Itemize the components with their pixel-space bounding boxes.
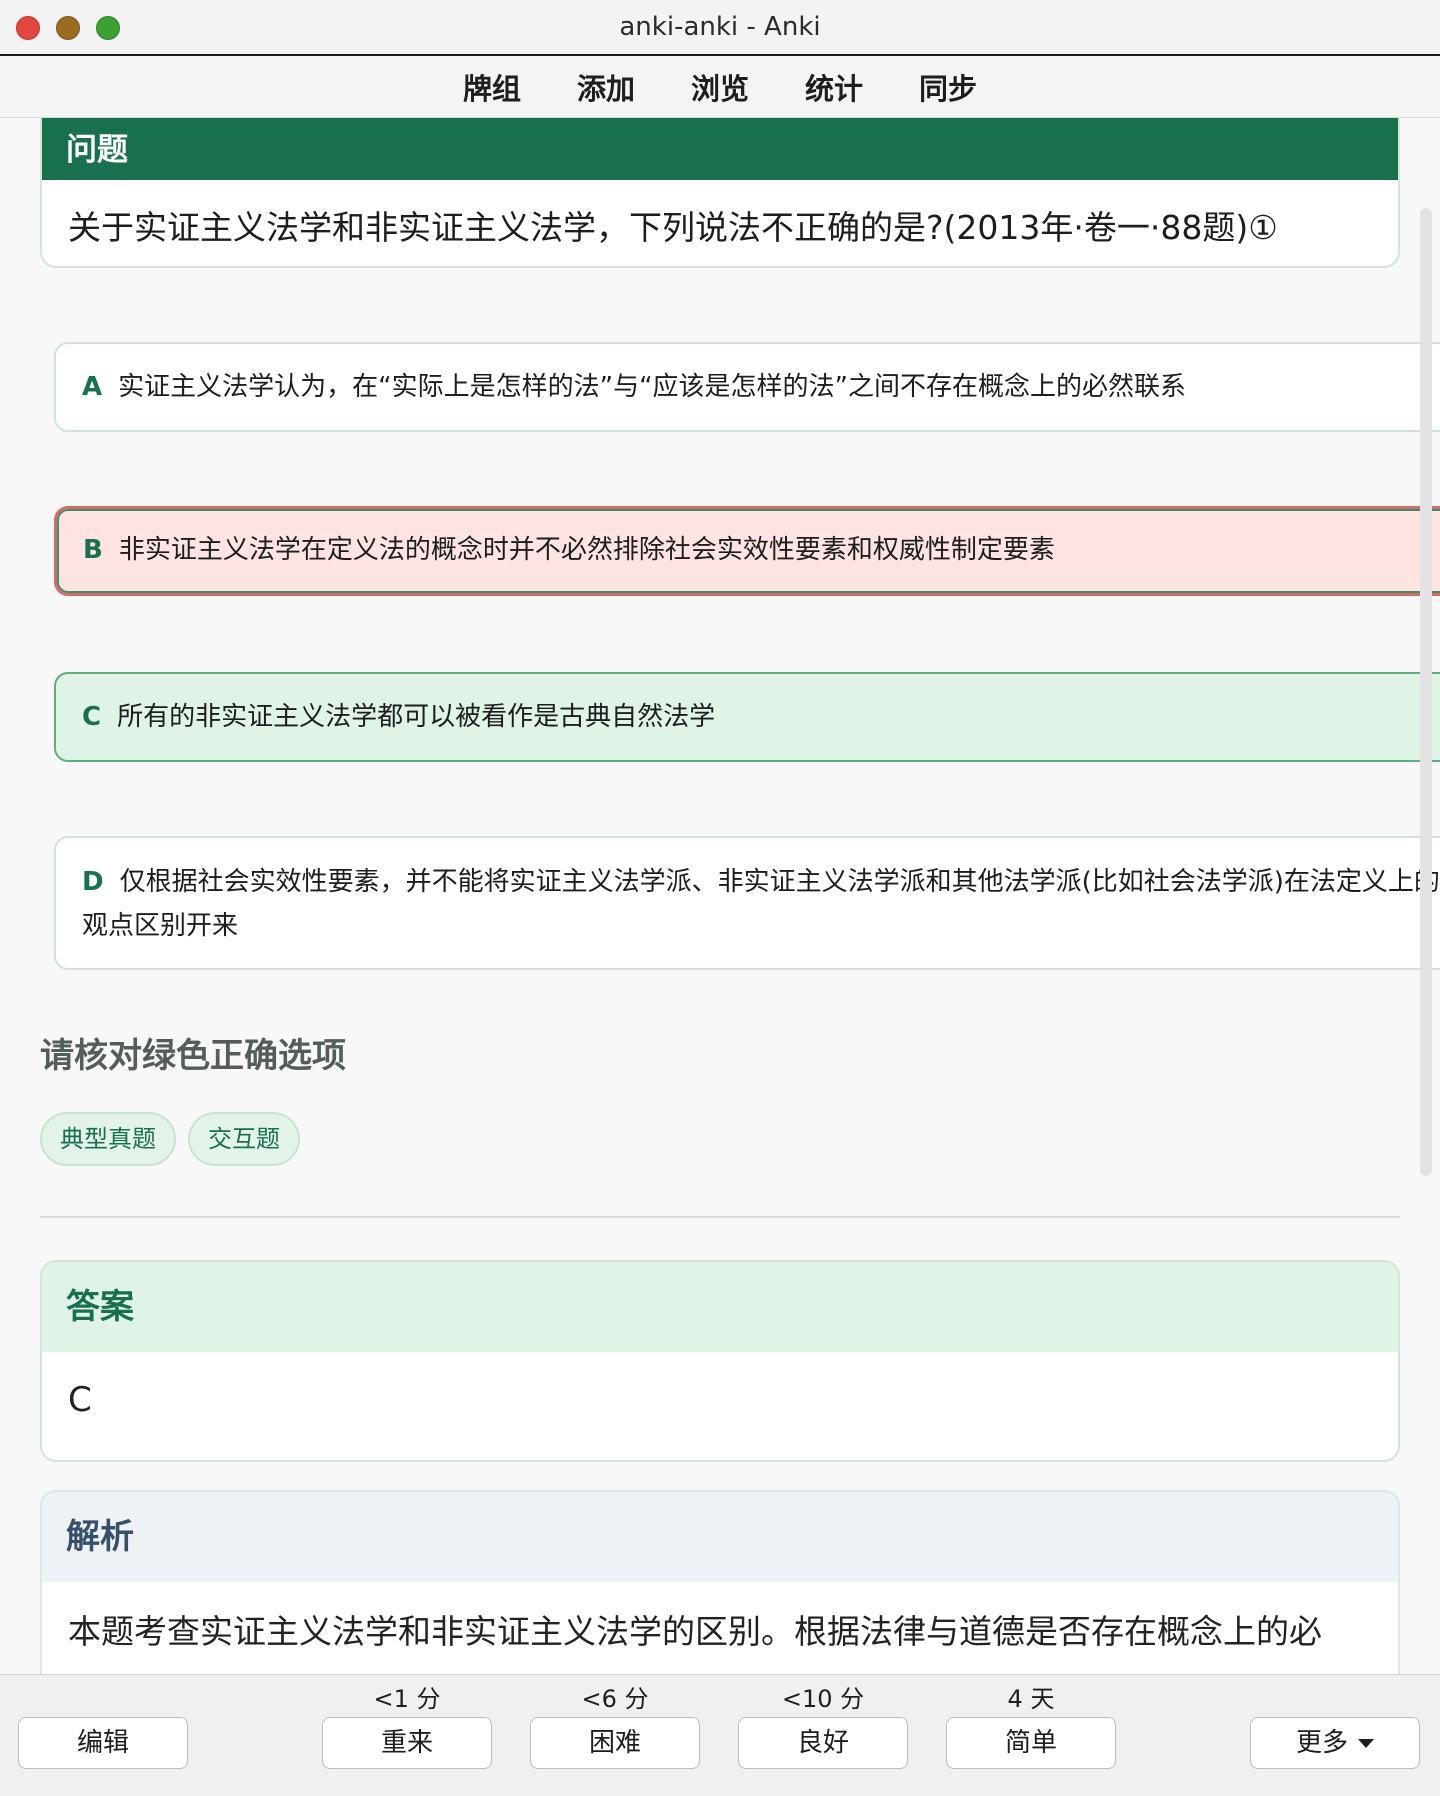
option-a[interactable]: A 实证主义法学认为，在“实际上是怎样的法”与“应该是怎样的法”之间不存在概念上的… [54, 342, 1440, 432]
option-letter: C [82, 702, 102, 732]
check-hint: 请核对绿色正确选项 [40, 1036, 346, 1076]
option-text: 实证主义法学认为，在“实际上是怎样的法”与“应该是怎样的法”之间不存在概念上的必… [118, 372, 1187, 402]
answer-bar: 编辑 <1 分 重来 <6 分 困难 <10 分 良好 4 天 简单 更多 [0, 1674, 1440, 1796]
answer-divider [40, 1216, 1400, 1218]
toolbar-sync[interactable]: 同步 [891, 66, 1005, 108]
answer-header: 答案 [42, 1262, 1398, 1352]
review-content: 问题 关于实证主义法学和非实证主义法学，下列说法不正确的是?(2013年·卷一·… [0, 118, 1440, 1674]
option-c[interactable]: C 所有的非实证主义法学都可以被看作是古典自然法学 [54, 672, 1440, 762]
option-d[interactable]: D 仅根据社会实效性要素，并不能将实证主义法学派、非实证主义法学派和其他法学派(比… [54, 836, 1440, 970]
title-bar: anki-anki - Anki [0, 0, 1440, 56]
option-text: 非实证主义法学在定义法的概念时并不必然排除社会实效性要素和权威性制定要素 [118, 535, 1055, 565]
option-letter: D [82, 867, 104, 897]
answer-card: 答案 C [40, 1260, 1400, 1462]
easy-button[interactable]: 简单 [946, 1717, 1116, 1769]
edit-button[interactable]: 编辑 [18, 1717, 188, 1769]
more-label: 更多 [1295, 1728, 1348, 1758]
option-letter: B [83, 535, 103, 565]
option-text-line1: 仅根据社会实效性要素，并不能将实证主义法学派、非实证主义法学派和其他法学派(比如… [119, 867, 1440, 897]
hard-interval: <6 分 [581, 1685, 649, 1713]
option-text: 所有的非实证主义法学都可以被看作是古典自然法学 [117, 702, 716, 732]
toolbar-add[interactable]: 添加 [549, 66, 663, 108]
main-toolbar: 牌组 添加 浏览 统计 同步 [0, 56, 1440, 118]
option-text-line2: 观点区别开来 [82, 911, 239, 941]
question-text: 关于实证主义法学和非实证主义法学，下列说法不正确的是?(2013年·卷一·88题… [68, 208, 1278, 247]
option-letter: A [82, 372, 103, 402]
option-b[interactable]: B 非实证主义法学在定义法的概念时并不必然排除社会实效性要素和权威性制定要素 [54, 506, 1440, 596]
tag-item[interactable]: 交互题 [188, 1112, 300, 1166]
answer-value: C [68, 1380, 92, 1420]
question-card: 问题 关于实证主义法学和非实证主义法学，下列说法不正确的是?(2013年·卷一·… [40, 118, 1400, 268]
toolbar-browse[interactable]: 浏览 [663, 66, 777, 108]
anki-window: anki-anki - Anki 牌组 添加 浏览 统计 同步 问题 关于实证主… [0, 0, 1440, 1796]
analysis-header: 解析 [42, 1492, 1398, 1582]
toolbar-decks[interactable]: 牌组 [435, 66, 549, 108]
tag-item[interactable]: 典型真题 [40, 1112, 176, 1166]
analysis-card: 解析 本题考查实证主义法学和非实证主义法学的区别。根据法律与道德是否存在概念上的… [40, 1490, 1400, 1674]
tag-list: 典型真题 交互题 [40, 1112, 300, 1166]
again-button[interactable]: 重来 [322, 1717, 492, 1769]
easy-interval: 4 天 [1007, 1685, 1055, 1713]
more-button[interactable]: 更多 [1250, 1717, 1420, 1769]
good-button[interactable]: 良好 [738, 1717, 908, 1769]
toolbar-stats[interactable]: 统计 [777, 66, 891, 108]
analysis-text: 本题考查实证主义法学和非实证主义法学的区别。根据法律与道德是否存在概念上的必 [68, 1612, 1322, 1651]
chevron-down-icon [1358, 1739, 1374, 1748]
again-interval: <1 分 [373, 1685, 441, 1713]
vertical-scrollbar[interactable] [1420, 208, 1432, 1176]
hard-button[interactable]: 困难 [530, 1717, 700, 1769]
good-interval: <10 分 [781, 1685, 865, 1713]
question-header: 问题 [42, 118, 1398, 180]
window-title: anki-anki - Anki [619, 12, 821, 42]
